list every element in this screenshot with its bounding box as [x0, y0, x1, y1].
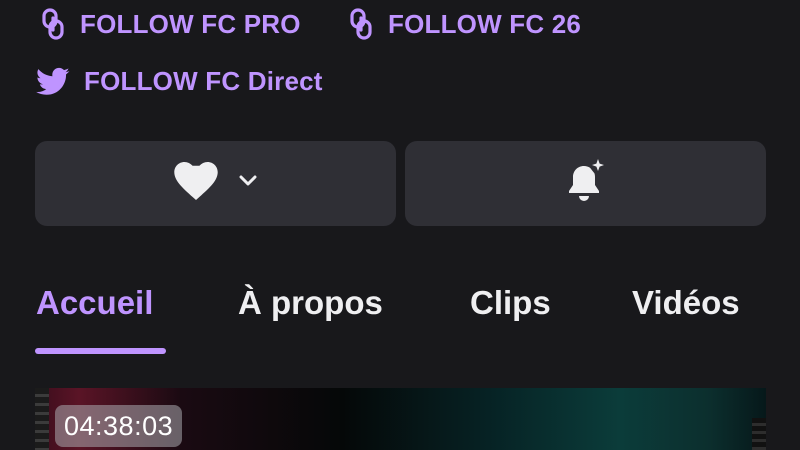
link-icon — [40, 8, 66, 40]
social-link-label: FOLLOW FC PRO — [80, 8, 301, 39]
tab-a-propos[interactable]: À propos — [238, 284, 383, 322]
active-tab-indicator — [35, 348, 166, 354]
follow-button[interactable] — [35, 141, 396, 226]
heart-icon — [173, 162, 218, 205]
channel-page: FOLLOW FC PRO FOLLOW FC 26 FOLLOW FC Dir… — [0, 0, 800, 450]
notification-button[interactable] — [405, 141, 766, 226]
social-link-label: FOLLOW FC Direct — [84, 66, 323, 96]
video-thumbnail[interactable]: 04:38:03 — [35, 388, 766, 450]
tab-accueil[interactable]: Accueil — [36, 284, 153, 322]
social-link-fc-26[interactable]: FOLLOW FC 26 — [348, 8, 581, 40]
social-link-fc-direct[interactable]: FOLLOW FC Direct — [36, 66, 323, 97]
video-duration-badge: 04:38:03 — [55, 405, 183, 447]
social-link-label: FOLLOW FC 26 — [388, 8, 582, 39]
bell-sparkle-icon — [562, 157, 610, 210]
twitter-icon — [36, 67, 70, 97]
thumbnail-decoration — [35, 388, 49, 450]
link-icon — [348, 8, 374, 40]
social-link-fc-pro[interactable]: FOLLOW FC PRO — [40, 8, 301, 40]
chevron-down-icon[interactable] — [238, 174, 258, 193]
tab-clips[interactable]: Clips — [470, 284, 551, 322]
tab-videos[interactable]: Vidéos — [632, 284, 740, 322]
thumbnail-decoration — [752, 418, 766, 450]
